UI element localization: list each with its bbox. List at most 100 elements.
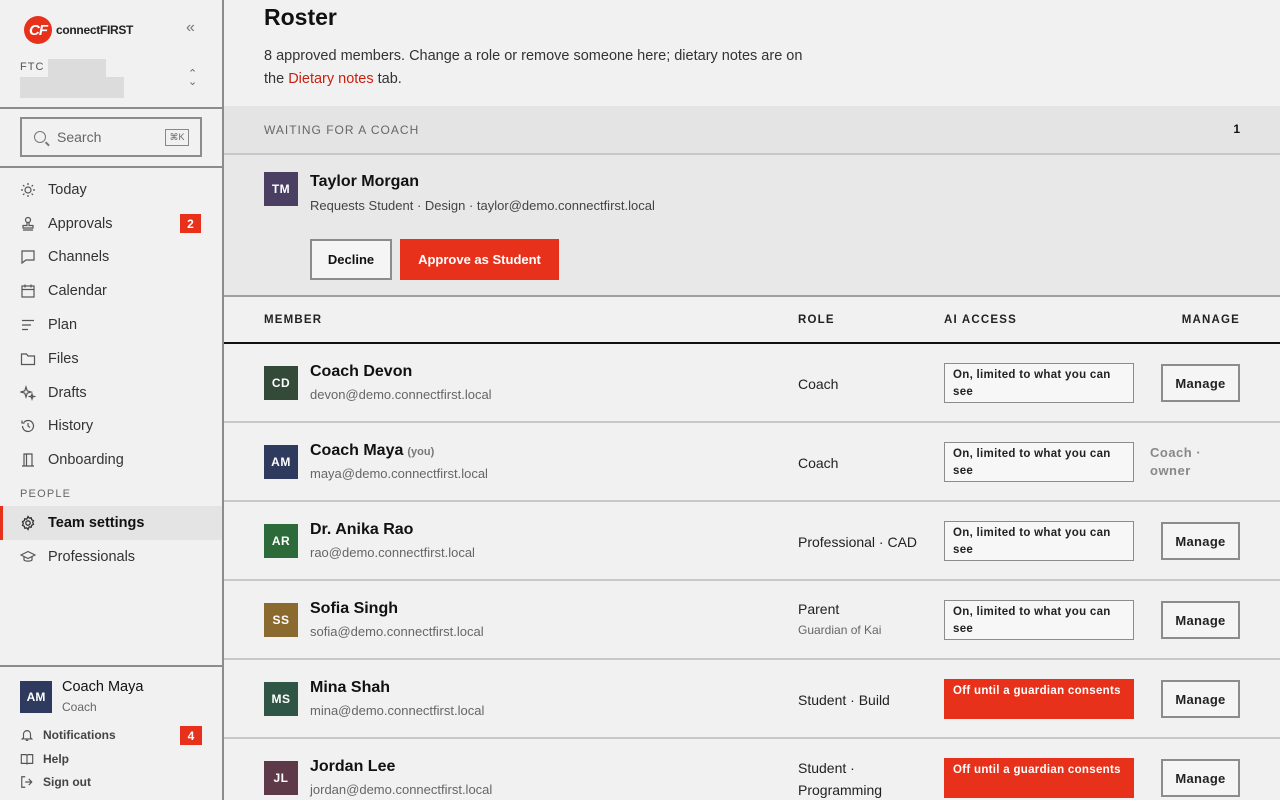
notifications-link[interactable]: Notifications [20,726,116,744]
approve-button[interactable]: Approve as Student [400,239,559,280]
avatar: TM [264,172,298,206]
notifications-count-badge: 4 [180,726,202,745]
member-email: rao@demo.connectfirst.local [310,545,475,560]
roster-table-header: MEMBER ROLE AI ACCESS MANAGE [224,298,1280,344]
page-intro: 8 approved members. Change a role or rem… [264,45,824,91]
column-manage: MANAGE [1181,314,1240,326]
decline-button[interactable]: Decline [310,239,392,280]
avatar: JL [264,761,298,795]
table-row: CD Coach Devon devon@demo.connectfirst.l… [224,344,1280,423]
dietary-notes-link[interactable]: Dietary notes [288,71,373,87]
nav-item-files[interactable]: Files [0,342,222,376]
pending-details: Requests Student · Design · taylor@demo.… [310,198,655,213]
nav-label: Plan [48,317,78,334]
list-icon [20,317,36,333]
nav-label: Channels [48,249,110,266]
pending-name: Taylor Morgan [310,173,420,190]
people-nav: Team settings Professionals [0,506,222,574]
you-tag: (you) [407,446,435,458]
member-role-text: Parent [798,601,840,617]
member-name: Jordan Lee [310,758,396,775]
folder-icon [20,351,36,367]
member-email: devon@demo.connectfirst.local [310,387,492,402]
sign-out-icon [20,775,34,789]
sparkle-icon [20,384,36,401]
avatar: MS [264,682,298,716]
nav-label: Today [48,181,87,198]
ai-access-status: On, limited to what you can see [944,442,1134,482]
help-link[interactable]: Help [20,750,69,768]
nav-item-approvals[interactable]: Approvals 2 [0,207,222,241]
member-email: sofia@demo.connectfirst.local [310,624,484,639]
member-name: Coach Maya (you) [310,442,434,460]
door-icon [20,452,36,468]
table-row: AR Dr. Anika Rao rao@demo.connectfirst.l… [224,502,1280,581]
avatar: AR [264,524,298,558]
redacted-team-name [20,77,124,98]
notifications-label: Notifications [43,728,116,742]
ai-access-status: Off until a guardian consents [944,758,1134,798]
nav-item-onboarding[interactable]: Onboarding [0,443,222,477]
manage-button[interactable]: Manage [1161,759,1240,797]
sign-out-label: Sign out [43,775,91,789]
nav-item-team-settings[interactable]: Team settings [0,506,222,540]
member-role: Parent Guardian of Kai [798,599,881,640]
search-icon [34,131,46,143]
brand-logo[interactable]: CF connectFIRST [24,16,133,44]
table-row: SS Sofia Singh sofia@demo.connectfirst.l… [224,581,1280,660]
nav-item-history[interactable]: History [0,410,222,444]
chat-icon [20,249,36,265]
nav-label: History [48,418,94,435]
intro-text-end: tab. [373,71,402,87]
nav-item-professionals[interactable]: Professionals [0,540,222,574]
roster-table: CD Coach Devon devon@demo.connectfirst.l… [224,344,1280,800]
nav-item-today[interactable]: Today [0,173,222,207]
member-name: Coach Devon [310,363,413,380]
redacted-team-number [48,59,106,77]
column-member: MEMBER [264,314,323,326]
search-placeholder: Search [57,129,102,145]
nav-item-drafts[interactable]: Drafts [0,376,222,410]
manage-button[interactable]: Manage [1161,364,1240,402]
manage-button[interactable]: Manage [1161,522,1240,560]
nav-label: Files [48,350,79,367]
sign-out-link[interactable]: Sign out [20,773,91,791]
search-input[interactable]: Search ⌘K [20,117,202,157]
member-name: Sofia Singh [310,600,398,617]
ai-access-status: On, limited to what you can see [944,600,1134,640]
divider [0,107,222,109]
sidebar: CF connectFIRST « FTC ⌃ ⌄ Search ⌘K Today… [0,0,224,800]
member-name-text: Coach Maya [310,442,404,459]
nav-item-plan[interactable]: Plan [0,308,222,342]
avatar: AM [264,445,298,479]
shortcut-hint: ⌘K [165,129,189,146]
member-name: Dr. Anika Rao [310,521,414,538]
avatar: CD [264,366,298,400]
nav-label: Calendar [48,283,107,300]
nav-label: Onboarding [48,452,124,469]
manage-button[interactable]: Manage [1161,601,1240,639]
collapse-sidebar-icon[interactable]: « [186,20,195,36]
team-switcher-chevron-icon[interactable]: ⌃ ⌄ [188,69,197,88]
page-title: Roster [264,4,337,30]
calendar-icon [20,283,36,299]
avatar[interactable]: AM [20,681,52,713]
member-name: Mina Shah [310,679,391,696]
roster-page: Roster 8 approved members. Change a role… [224,0,1280,800]
member-role: Coach [798,455,839,471]
people-section-label: PEOPLE [20,488,72,500]
manage-button[interactable]: Manage [1161,680,1240,718]
owner-label: Coach · owner [1150,445,1202,478]
divider [0,665,222,667]
nav-item-calendar[interactable]: Calendar [0,274,222,308]
brand-name: connectFIRST [56,23,134,37]
bell-icon [20,728,34,742]
nav-item-channels[interactable]: Channels [0,241,222,275]
nav-label: Team settings [48,514,145,531]
nav-label: Professionals [48,548,136,565]
nav-label: Approvals [48,215,113,232]
ai-access-status: On, limited to what you can see [944,363,1134,403]
sun-icon [20,182,36,198]
member-role: Coach [798,376,839,392]
ai-access-status: On, limited to what you can see [944,521,1134,561]
